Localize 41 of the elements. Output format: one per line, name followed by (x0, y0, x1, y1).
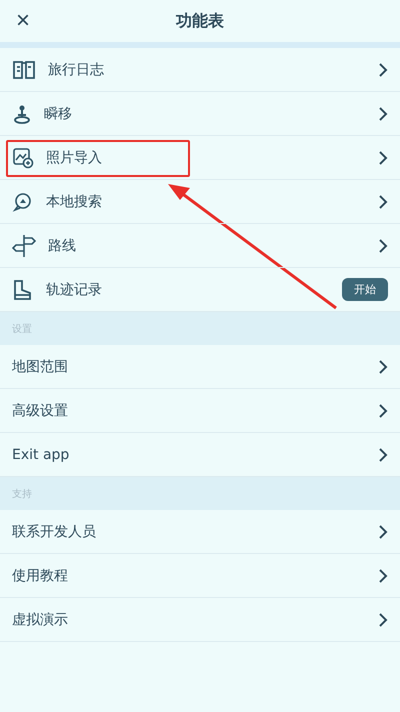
menu-item[interactable]: 高级设置 (0, 389, 400, 433)
image-icon (12, 146, 34, 168)
menu-item-label: 地图范围 (12, 358, 69, 376)
chevron-icon (378, 238, 388, 254)
menu-item[interactable]: 旅行日志 (0, 48, 400, 92)
chevron-icon (378, 402, 388, 418)
menu-item[interactable]: 瞬移 (0, 92, 400, 136)
menu-item[interactable]: 地图范围 (0, 345, 400, 389)
book-icon (12, 60, 36, 80)
chevron-icon (378, 524, 388, 540)
menu-item-label: 高级设置 (12, 402, 69, 420)
menu-item-label: 照片导入 (46, 148, 103, 166)
chevron-icon (378, 358, 388, 374)
menu-item-label: 本地搜索 (46, 192, 103, 210)
menu-item-label: 联系开发人员 (12, 522, 97, 540)
menu-item-label: Exit app (12, 446, 70, 462)
signpost-icon (12, 232, 36, 258)
start-button[interactable]: 开始 (342, 278, 388, 301)
menu-item[interactable]: 路线 (0, 224, 400, 268)
close-button[interactable]: × (8, 6, 38, 36)
menu-item-label: 路线 (48, 236, 77, 254)
menu-item[interactable]: 本地搜索 (0, 180, 400, 224)
menu-item-label: 旅行日志 (48, 60, 105, 78)
boot-icon (12, 278, 34, 300)
menu-item-label: 轨迹记录 (46, 280, 103, 298)
menu-item-label: 虚拟演示 (12, 610, 69, 628)
chevron-icon (378, 62, 388, 78)
menu-item-label: 使用教程 (12, 566, 69, 584)
chevron-icon (378, 568, 388, 584)
chevron-icon (378, 446, 388, 462)
menu-item[interactable]: 使用教程 (0, 554, 400, 598)
pin-icon (12, 102, 32, 124)
menu-item[interactable]: 虚拟演示 (0, 598, 400, 642)
chevron-icon (378, 106, 388, 122)
chat-icon (12, 190, 34, 212)
chevron-icon (378, 150, 388, 166)
menu-item-label: 瞬移 (44, 104, 73, 122)
menu-item[interactable]: 联系开发人员 (0, 510, 400, 554)
window-title: 功能表 (176, 10, 224, 32)
chevron-icon (378, 194, 388, 210)
chevron-icon (378, 612, 388, 628)
